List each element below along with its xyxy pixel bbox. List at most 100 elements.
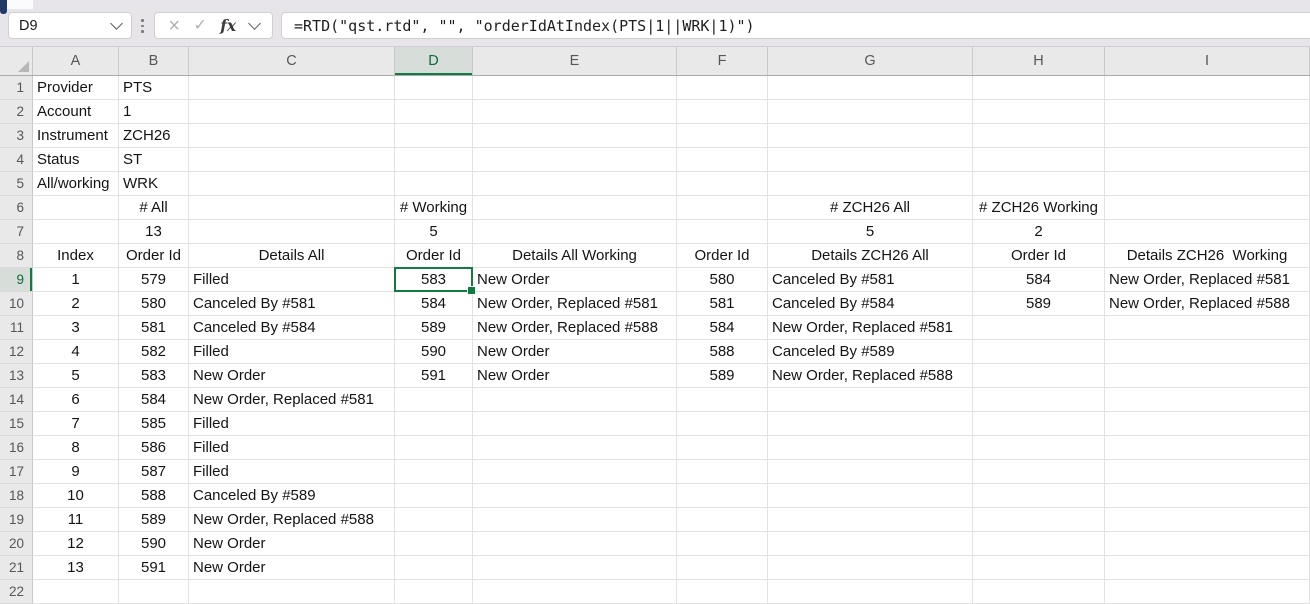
cell-I14[interactable] [1105, 388, 1310, 412]
cell-A20[interactable]: 12 [33, 532, 119, 556]
cell-A4[interactable]: Status [33, 148, 119, 172]
cell-D2[interactable] [395, 100, 473, 124]
cell-A18[interactable]: 10 [33, 484, 119, 508]
cell-E11[interactable]: New Order, Replaced #588 [473, 316, 677, 340]
row-header-15[interactable]: 15 [0, 412, 33, 436]
row-header-13[interactable]: 13 [0, 364, 33, 388]
cell-C9[interactable]: Filled [189, 268, 395, 292]
cell-B21[interactable]: 591 [119, 556, 189, 580]
cell-C4[interactable] [189, 148, 395, 172]
cell-H2[interactable] [973, 100, 1105, 124]
cell-I22[interactable] [1105, 580, 1310, 604]
cell-H13[interactable] [973, 364, 1105, 388]
cell-H4[interactable] [973, 148, 1105, 172]
cell-E14[interactable] [473, 388, 677, 412]
cell-B9[interactable]: 579 [119, 268, 189, 292]
row-header-11[interactable]: 11 [0, 316, 33, 340]
cell-H6[interactable]: # ZCH26 Working [973, 196, 1105, 220]
cell-H20[interactable] [973, 532, 1105, 556]
cell-F7[interactable] [677, 220, 768, 244]
cell-D5[interactable] [395, 172, 473, 196]
cell-I6[interactable] [1105, 196, 1310, 220]
cell-A9[interactable]: 1 [33, 268, 119, 292]
cell-F21[interactable] [677, 556, 768, 580]
cell-C7[interactable] [189, 220, 395, 244]
cell-F16[interactable] [677, 436, 768, 460]
cell-E9[interactable]: New Order [473, 268, 677, 292]
cell-C6[interactable] [189, 196, 395, 220]
cell-E20[interactable] [473, 532, 677, 556]
cell-A19[interactable]: 11 [33, 508, 119, 532]
row-header-10[interactable]: 10 [0, 292, 33, 316]
row-header-6[interactable]: 6 [0, 196, 33, 220]
cell-C8[interactable]: Details All [189, 244, 395, 268]
cell-G11[interactable]: New Order, Replaced #581 [768, 316, 973, 340]
cell-G13[interactable]: New Order, Replaced #588 [768, 364, 973, 388]
cell-E19[interactable] [473, 508, 677, 532]
cell-C11[interactable]: Canceled By #584 [189, 316, 395, 340]
cell-I20[interactable] [1105, 532, 1310, 556]
cell-C5[interactable] [189, 172, 395, 196]
row-header-20[interactable]: 20 [0, 532, 33, 556]
insert-function-icon[interactable]: fx [220, 18, 236, 34]
cell-D10[interactable]: 584 [395, 292, 473, 316]
cell-B18[interactable]: 588 [119, 484, 189, 508]
cell-G8[interactable]: Details ZCH26 All [768, 244, 973, 268]
cell-G14[interactable] [768, 388, 973, 412]
cell-E18[interactable] [473, 484, 677, 508]
cell-F13[interactable]: 589 [677, 364, 768, 388]
cell-E4[interactable] [473, 148, 677, 172]
cell-E7[interactable] [473, 220, 677, 244]
cell-E13[interactable]: New Order [473, 364, 677, 388]
cell-G3[interactable] [768, 124, 973, 148]
cell-F14[interactable] [677, 388, 768, 412]
cell-E1[interactable] [473, 76, 677, 100]
cell-B22[interactable] [119, 580, 189, 604]
cell-B2[interactable]: 1 [119, 100, 189, 124]
cell-D3[interactable] [395, 124, 473, 148]
cell-E8[interactable]: Details All Working [473, 244, 677, 268]
cell-F11[interactable]: 584 [677, 316, 768, 340]
cell-B19[interactable]: 589 [119, 508, 189, 532]
cell-D13[interactable]: 591 [395, 364, 473, 388]
cell-B3[interactable]: ZCH26 [119, 124, 189, 148]
cell-D20[interactable] [395, 532, 473, 556]
cell-C22[interactable] [189, 580, 395, 604]
cell-A14[interactable]: 6 [33, 388, 119, 412]
cell-A16[interactable]: 8 [33, 436, 119, 460]
cell-G10[interactable]: Canceled By #584 [768, 292, 973, 316]
enter-icon[interactable]: ✓ [193, 18, 206, 34]
row-header-5[interactable]: 5 [0, 172, 33, 196]
cell-C20[interactable]: New Order [189, 532, 395, 556]
cell-D15[interactable] [395, 412, 473, 436]
cell-B11[interactable]: 581 [119, 316, 189, 340]
column-header-E[interactable]: E [473, 47, 677, 75]
cell-C18[interactable]: Canceled By #589 [189, 484, 395, 508]
cell-I19[interactable] [1105, 508, 1310, 532]
row-header-8[interactable]: 8 [0, 244, 33, 268]
cell-A8[interactable]: Index [33, 244, 119, 268]
cell-G21[interactable] [768, 556, 973, 580]
cell-E2[interactable] [473, 100, 677, 124]
cell-A22[interactable] [33, 580, 119, 604]
cell-F5[interactable] [677, 172, 768, 196]
cell-D11[interactable]: 589 [395, 316, 473, 340]
cell-H1[interactable] [973, 76, 1105, 100]
cell-B16[interactable]: 586 [119, 436, 189, 460]
cell-G6[interactable]: # ZCH26 All [768, 196, 973, 220]
row-header-4[interactable]: 4 [0, 148, 33, 172]
cell-C10[interactable]: Canceled By #581 [189, 292, 395, 316]
cell-I18[interactable] [1105, 484, 1310, 508]
cell-A3[interactable]: Instrument [33, 124, 119, 148]
row-header-19[interactable]: 19 [0, 508, 33, 532]
column-header-A[interactable]: A [33, 47, 119, 75]
cell-B6[interactable]: # All [119, 196, 189, 220]
column-header-B[interactable]: B [119, 47, 189, 75]
column-header-D[interactable]: D [395, 47, 473, 75]
cell-F2[interactable] [677, 100, 768, 124]
column-header-G[interactable]: G [768, 47, 973, 75]
cell-E21[interactable] [473, 556, 677, 580]
formula-bar-drag-handle[interactable] [141, 14, 144, 38]
cell-I2[interactable] [1105, 100, 1310, 124]
cell-I8[interactable]: Details ZCH26 Working [1105, 244, 1310, 268]
